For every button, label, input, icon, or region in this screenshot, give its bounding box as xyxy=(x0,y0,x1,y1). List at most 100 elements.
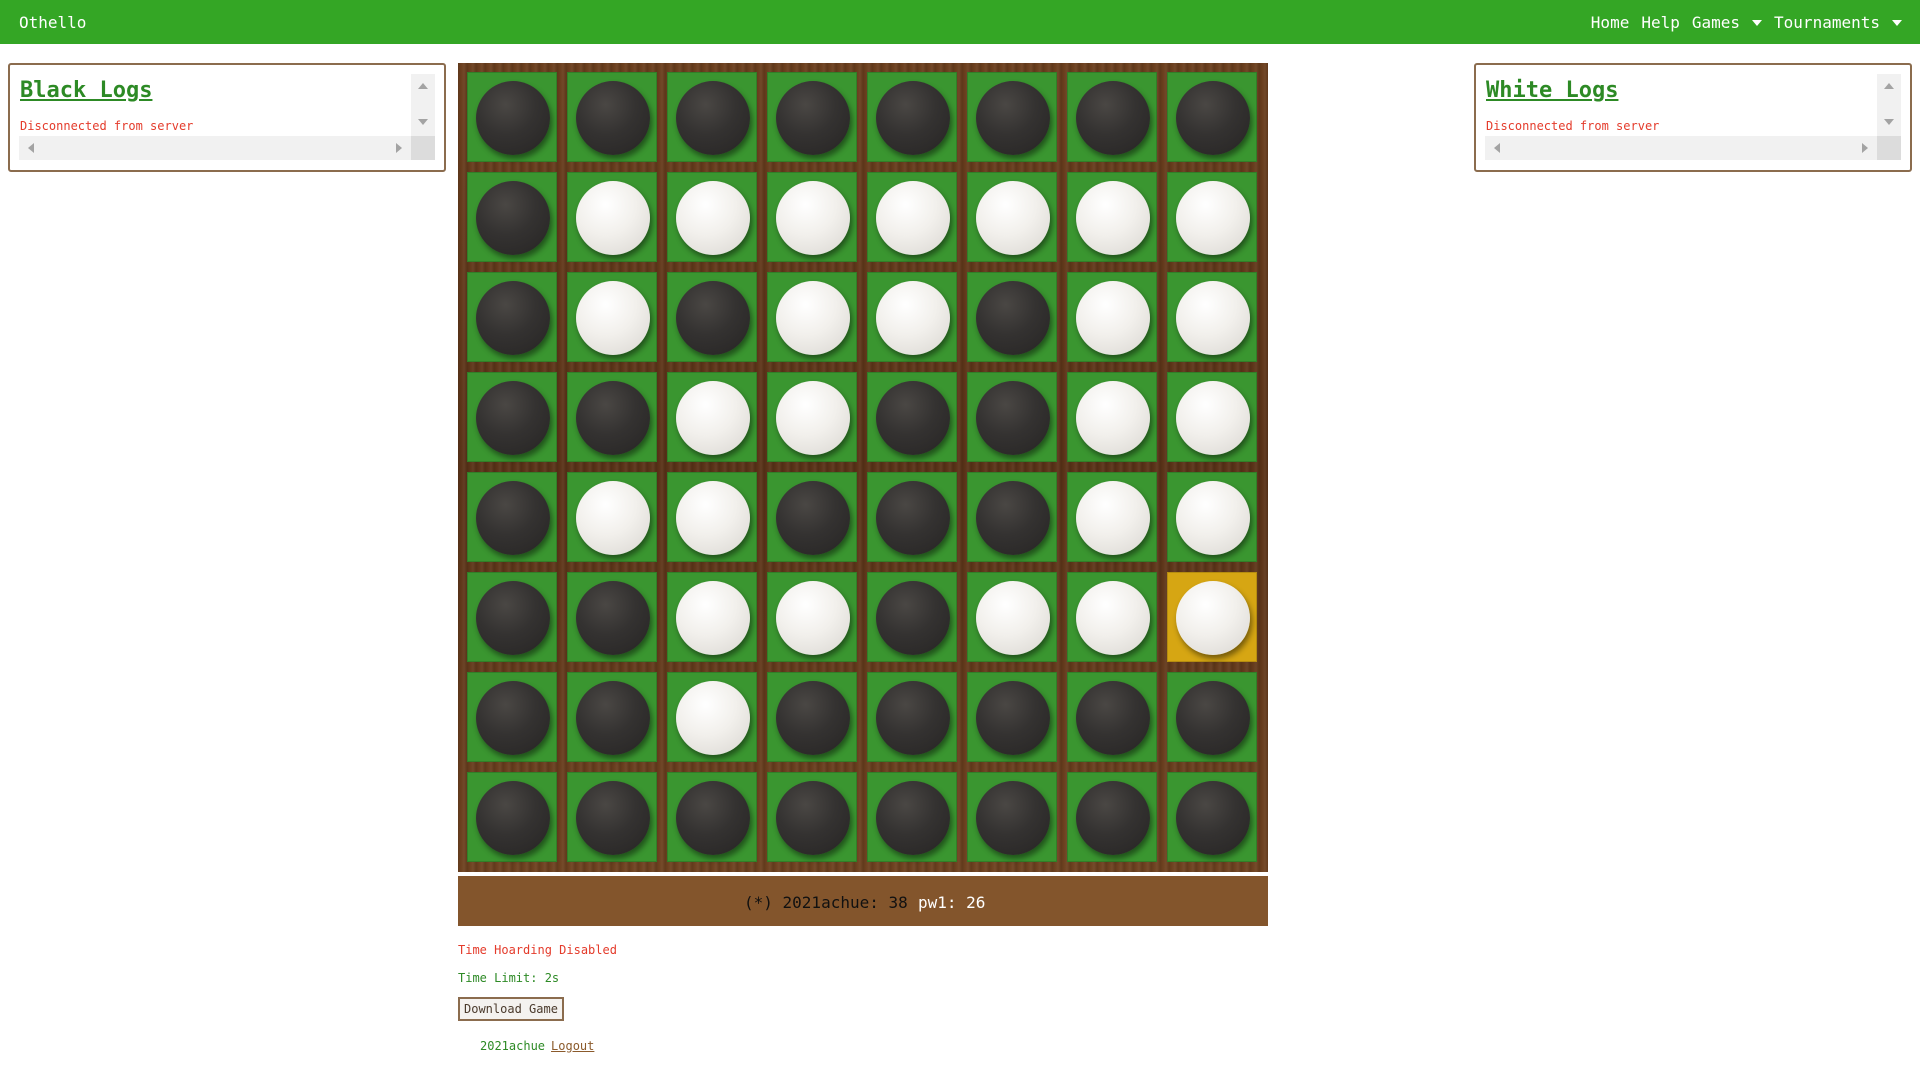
scroll-up-icon[interactable] xyxy=(418,83,428,89)
board-square[interactable] xyxy=(467,172,557,262)
board-square[interactable] xyxy=(667,672,757,762)
brand-link[interactable]: Othello xyxy=(19,13,86,32)
board-square[interactable] xyxy=(567,472,657,562)
horizontal-scrollbar[interactable] xyxy=(1485,136,1877,160)
black-logs-title[interactable]: Black Logs xyxy=(20,78,152,103)
board-square[interactable] xyxy=(867,172,957,262)
board-square[interactable] xyxy=(467,572,557,662)
board-square[interactable] xyxy=(567,772,657,862)
board-square[interactable] xyxy=(967,372,1057,462)
board-square[interactable] xyxy=(1067,372,1157,462)
board-square[interactable] xyxy=(567,372,657,462)
board-square[interactable] xyxy=(767,72,857,162)
board-square[interactable] xyxy=(767,172,857,262)
board-square[interactable] xyxy=(867,572,957,662)
nav-games-dropdown[interactable]: Games xyxy=(1691,13,1763,32)
scroll-left-icon[interactable] xyxy=(1494,143,1500,153)
board-square[interactable] xyxy=(1067,272,1157,362)
scroll-down-icon[interactable] xyxy=(1884,119,1894,125)
board-square[interactable] xyxy=(567,172,657,262)
board-square[interactable] xyxy=(567,272,657,362)
horizontal-scrollbar[interactable] xyxy=(19,136,411,160)
board-square[interactable] xyxy=(967,572,1057,662)
board-square[interactable] xyxy=(767,572,857,662)
white-player-score: pw1: 26 xyxy=(918,893,986,912)
black-disc xyxy=(476,681,550,755)
board-square[interactable] xyxy=(467,472,557,562)
board-square[interactable] xyxy=(967,772,1057,862)
board-square[interactable] xyxy=(667,72,757,162)
board-square[interactable] xyxy=(567,672,657,762)
board-square[interactable] xyxy=(567,72,657,162)
board-square[interactable] xyxy=(767,772,857,862)
board-square[interactable] xyxy=(1167,772,1257,862)
black-disc xyxy=(1176,681,1250,755)
board-square[interactable] xyxy=(667,472,757,562)
scroll-right-icon[interactable] xyxy=(1862,143,1868,153)
black-disc xyxy=(976,381,1050,455)
board-square[interactable] xyxy=(667,572,757,662)
scroll-left-icon[interactable] xyxy=(28,143,34,153)
board-square[interactable] xyxy=(867,72,957,162)
board-square[interactable] xyxy=(1167,472,1257,562)
board-square[interactable] xyxy=(1167,372,1257,462)
chevron-down-icon xyxy=(1752,19,1763,26)
nav-home[interactable]: Home xyxy=(1591,13,1630,32)
black-disc xyxy=(976,781,1050,855)
scroll-right-icon[interactable] xyxy=(396,143,402,153)
board-square[interactable] xyxy=(667,372,757,462)
board-square[interactable] xyxy=(467,72,557,162)
board-square[interactable] xyxy=(867,272,957,362)
board-square[interactable] xyxy=(1167,72,1257,162)
vertical-scrollbar[interactable] xyxy=(1877,74,1901,142)
board-square[interactable] xyxy=(467,272,557,362)
board-square[interactable] xyxy=(1067,572,1157,662)
board-square[interactable] xyxy=(767,272,857,362)
board-square[interactable] xyxy=(767,672,857,762)
board-square[interactable] xyxy=(1167,572,1257,662)
board-square[interactable] xyxy=(467,672,557,762)
vertical-scrollbar[interactable] xyxy=(411,74,435,142)
download-game-button[interactable]: Download Game xyxy=(458,997,564,1021)
board-square[interactable] xyxy=(667,772,757,862)
nav-help[interactable]: Help xyxy=(1641,13,1680,32)
board-square[interactable] xyxy=(567,572,657,662)
board-square[interactable] xyxy=(867,772,957,862)
board-square[interactable] xyxy=(1067,772,1157,862)
board-square[interactable] xyxy=(667,172,757,262)
logout-link[interactable]: Logout xyxy=(551,1039,594,1053)
board-square[interactable] xyxy=(1067,72,1157,162)
board-square[interactable] xyxy=(967,672,1057,762)
nav-games-label: Games xyxy=(1691,13,1741,32)
board-square[interactable] xyxy=(867,672,957,762)
board-square[interactable] xyxy=(967,472,1057,562)
board-square[interactable] xyxy=(467,772,557,862)
board-square[interactable] xyxy=(967,272,1057,362)
board-square[interactable] xyxy=(767,372,857,462)
board-square[interactable] xyxy=(1167,272,1257,362)
scroll-down-icon[interactable] xyxy=(418,119,428,125)
black-disc xyxy=(976,681,1050,755)
board-square[interactable] xyxy=(667,272,757,362)
board-square[interactable] xyxy=(467,372,557,462)
score-bar: (*) 2021achue: 38 pw1: 26 xyxy=(458,876,1268,926)
board-square[interactable] xyxy=(867,472,957,562)
board-square[interactable] xyxy=(967,172,1057,262)
scroll-up-icon[interactable] xyxy=(1884,83,1894,89)
board-square[interactable] xyxy=(1067,172,1157,262)
nav-tournaments-dropdown[interactable]: Tournaments xyxy=(1774,13,1902,32)
board-square[interactable] xyxy=(867,372,957,462)
black-disc xyxy=(776,781,850,855)
board-square[interactable] xyxy=(1067,672,1157,762)
time-hoarding-status: Time Hoarding Disabled xyxy=(458,943,617,957)
board-square[interactable] xyxy=(767,472,857,562)
white-disc xyxy=(1076,281,1150,355)
board-square[interactable] xyxy=(1067,472,1157,562)
board-square[interactable] xyxy=(1167,672,1257,762)
white-logs-scroll-area[interactable]: White Logs Disconnected from server xyxy=(1485,74,1901,160)
board-square[interactable] xyxy=(1167,172,1257,262)
board-square[interactable] xyxy=(967,72,1057,162)
nav-menu: Home Help Games Tournaments xyxy=(1591,13,1902,32)
black-logs-scroll-area[interactable]: Black Logs Disconnected from server xyxy=(19,74,435,160)
white-logs-title[interactable]: White Logs xyxy=(1486,78,1618,103)
